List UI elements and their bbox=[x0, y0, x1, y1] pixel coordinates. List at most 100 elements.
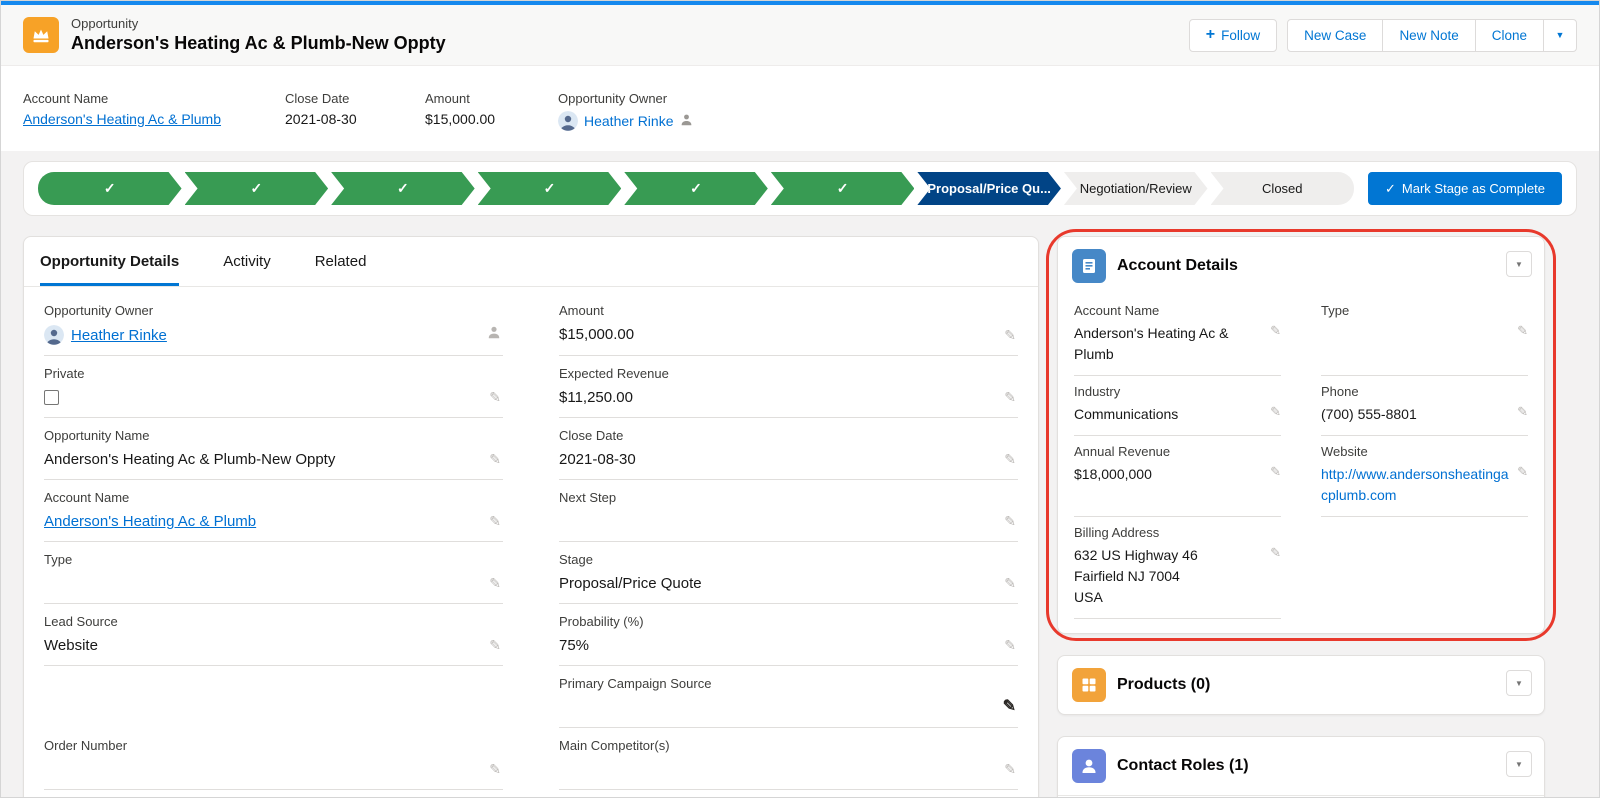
chevron-down-icon: ▼ bbox=[1515, 678, 1523, 688]
contact-roles-icon bbox=[1072, 749, 1106, 783]
opportunity-detail-card: Opportunity Details Activity Related Opp… bbox=[23, 236, 1039, 797]
summary-amount: Amount $15,000.00 bbox=[425, 91, 496, 127]
field-current-generators: Current Generator(s) ✎ bbox=[44, 790, 503, 797]
owner-link[interactable]: Heather Rinke bbox=[584, 113, 674, 129]
opportunity-icon bbox=[23, 17, 59, 53]
acct-field-type: Type ✎ bbox=[1321, 295, 1528, 376]
edit-pencil-icon[interactable]: ✎ bbox=[1270, 545, 1281, 561]
owner-link[interactable]: Heather Rinke bbox=[71, 327, 167, 344]
field-order-number: Order Number ✎ bbox=[44, 728, 503, 790]
account-icon bbox=[1072, 249, 1106, 283]
edit-pencil-icon[interactable]: ✎ bbox=[489, 575, 501, 592]
path-stage-completed-5[interactable]: ✓ bbox=[624, 172, 768, 205]
edit-pencil-icon[interactable]: ✎ bbox=[489, 513, 501, 530]
salesforce-opportunity-page: Opportunity Anderson's Heating Ac & Plum… bbox=[0, 0, 1600, 798]
edit-pencil-icon[interactable]: ✎ bbox=[489, 389, 501, 406]
field-lead-source: Lead Source Website ✎ bbox=[44, 604, 503, 666]
follow-button[interactable]: + Follow bbox=[1188, 18, 1278, 52]
tab-activity[interactable]: Activity bbox=[223, 237, 271, 286]
path-stage-negotiation[interactable]: Negotiation/Review bbox=[1064, 172, 1208, 205]
contact-roles-card: Contact Roles (1) ▼ bbox=[1057, 736, 1545, 797]
account-details-card: Account Details ▼ Account Name Anderson'… bbox=[1057, 236, 1545, 634]
edit-pencil-icon[interactable]: ✎ bbox=[1270, 464, 1281, 480]
chevron-down-icon: ▼ bbox=[1515, 759, 1523, 769]
edit-pencil-icon[interactable]: ✎ bbox=[1003, 696, 1016, 716]
account-name-link[interactable]: Anderson's Heating Ac & Plumb bbox=[44, 513, 256, 530]
edit-pencil-icon[interactable]: ✎ bbox=[1270, 323, 1281, 339]
check-icon: ✓ bbox=[690, 180, 702, 196]
new-note-button[interactable]: New Note bbox=[1382, 18, 1476, 52]
record-detail-fields: Opportunity Owner Heather Rinke Amount $… bbox=[24, 287, 1038, 797]
page-title: Anderson's Heating Ac & Plumb-New Oppty bbox=[71, 33, 446, 53]
field-type: Type ✎ bbox=[44, 542, 503, 604]
new-case-button[interactable]: New Case bbox=[1287, 18, 1384, 52]
change-owner-icon[interactable] bbox=[487, 325, 501, 344]
edit-pencil-icon[interactable]: ✎ bbox=[1004, 761, 1016, 778]
path-stage-closed[interactable]: Closed bbox=[1210, 172, 1355, 205]
mark-stage-complete-button[interactable]: ✓ Mark Stage as Complete bbox=[1368, 172, 1562, 205]
edit-pencil-icon[interactable]: ✎ bbox=[1004, 637, 1016, 654]
edit-pencil-icon[interactable]: ✎ bbox=[1517, 404, 1528, 420]
path-stage-completed-6[interactable]: ✓ bbox=[771, 172, 915, 205]
card-menu-button[interactable]: ▼ bbox=[1506, 670, 1532, 696]
highlights-panel: Account Name Anderson's Heating Ac & Plu… bbox=[1, 66, 1599, 151]
acct-field-phone: Phone (700) 555-8801 ✎ bbox=[1321, 376, 1528, 436]
record-tabs: Opportunity Details Activity Related bbox=[24, 237, 1038, 287]
edit-pencil-icon[interactable]: ✎ bbox=[489, 761, 501, 778]
chevron-down-icon: ▼ bbox=[1555, 30, 1565, 40]
path-stage-completed-1[interactable]: ✓ bbox=[38, 172, 182, 205]
record-header: Opportunity Anderson's Heating Ac & Plum… bbox=[1, 5, 1599, 151]
path-stage-completed-2[interactable]: ✓ bbox=[185, 172, 329, 205]
edit-pencil-icon[interactable]: ✎ bbox=[1004, 575, 1016, 592]
summary-opportunity-owner: Opportunity Owner Heather Rinke bbox=[558, 91, 693, 131]
path-stage-current-proposal[interactable]: Proposal/Price Qu... bbox=[917, 172, 1061, 205]
field-main-competitors: Main Competitor(s) ✎ bbox=[559, 728, 1018, 790]
edit-pencil-icon[interactable]: ✎ bbox=[1004, 513, 1016, 530]
private-checkbox[interactable] bbox=[44, 390, 59, 405]
field-amount: Amount $15,000.00 ✎ bbox=[559, 293, 1018, 356]
tab-opportunity-details[interactable]: Opportunity Details bbox=[40, 237, 180, 286]
card-title: Account Details bbox=[1117, 257, 1238, 274]
edit-pencil-icon[interactable]: ✎ bbox=[1004, 389, 1016, 406]
acct-field-annual-revenue: Annual Revenue $18,000,000 ✎ bbox=[1074, 436, 1281, 517]
account-name-link[interactable]: Anderson's Heating Ac & Plumb bbox=[23, 111, 221, 127]
edit-pencil-icon[interactable]: ✎ bbox=[1004, 327, 1016, 344]
edit-pencil-icon[interactable]: ✎ bbox=[489, 637, 501, 654]
clone-button[interactable]: Clone bbox=[1474, 18, 1544, 52]
check-icon: ✓ bbox=[1385, 180, 1396, 196]
plus-icon: + bbox=[1205, 26, 1216, 43]
sales-path: ✓ ✓ ✓ ✓ ✓ ✓ Proposal/Price Qu... Negotia… bbox=[23, 161, 1577, 216]
card-menu-button[interactable]: ▼ bbox=[1506, 751, 1532, 777]
field-stage: Stage Proposal/Price Quote ✎ bbox=[559, 542, 1018, 604]
path-stage-completed-3[interactable]: ✓ bbox=[331, 172, 475, 205]
chevron-down-icon: ▼ bbox=[1515, 259, 1523, 269]
path-stage-completed-4[interactable]: ✓ bbox=[478, 172, 622, 205]
more-actions-button[interactable]: ▼ bbox=[1543, 18, 1577, 52]
check-icon: ✓ bbox=[103, 180, 116, 196]
field-probability: Probability (%) 75% ✎ bbox=[559, 604, 1018, 666]
acct-field-industry: Industry Communications ✎ bbox=[1074, 376, 1281, 436]
card-menu-button[interactable]: ▼ bbox=[1506, 251, 1532, 277]
change-owner-icon[interactable] bbox=[680, 113, 693, 129]
tab-related[interactable]: Related bbox=[315, 237, 367, 286]
field-primary-campaign-source: Primary Campaign Source ✎ bbox=[559, 666, 1018, 728]
field-expected-revenue: Expected Revenue $11,250.00 ✎ bbox=[559, 356, 1018, 418]
edit-pencil-icon[interactable]: ✎ bbox=[1517, 464, 1528, 480]
empty-grid-cell bbox=[1321, 517, 1528, 619]
website-link[interactable]: http://www.andersonsheatingacplumb.com bbox=[1321, 466, 1509, 503]
related-sidebar: Account Details ▼ Account Name Anderson'… bbox=[1046, 229, 1556, 797]
products-icon bbox=[1072, 668, 1106, 702]
check-icon: ✓ bbox=[836, 180, 849, 196]
check-icon: ✓ bbox=[397, 180, 409, 196]
edit-pencil-icon[interactable]: ✎ bbox=[1517, 323, 1528, 339]
edit-pencil-icon[interactable]: ✎ bbox=[1004, 451, 1016, 468]
edit-pencil-icon[interactable]: ✎ bbox=[1270, 404, 1281, 420]
owner-avatar bbox=[558, 111, 578, 131]
field-close-date: Close Date 2021-08-30 ✎ bbox=[559, 418, 1018, 480]
entity-label: Opportunity bbox=[71, 16, 139, 31]
owner-avatar bbox=[44, 325, 64, 345]
products-card: Products (0) ▼ bbox=[1057, 655, 1545, 715]
field-opportunity-name: Opportunity Name Anderson's Heating Ac &… bbox=[44, 418, 503, 480]
card-title: Contact Roles (1) bbox=[1117, 757, 1249, 774]
edit-pencil-icon[interactable]: ✎ bbox=[489, 451, 501, 468]
